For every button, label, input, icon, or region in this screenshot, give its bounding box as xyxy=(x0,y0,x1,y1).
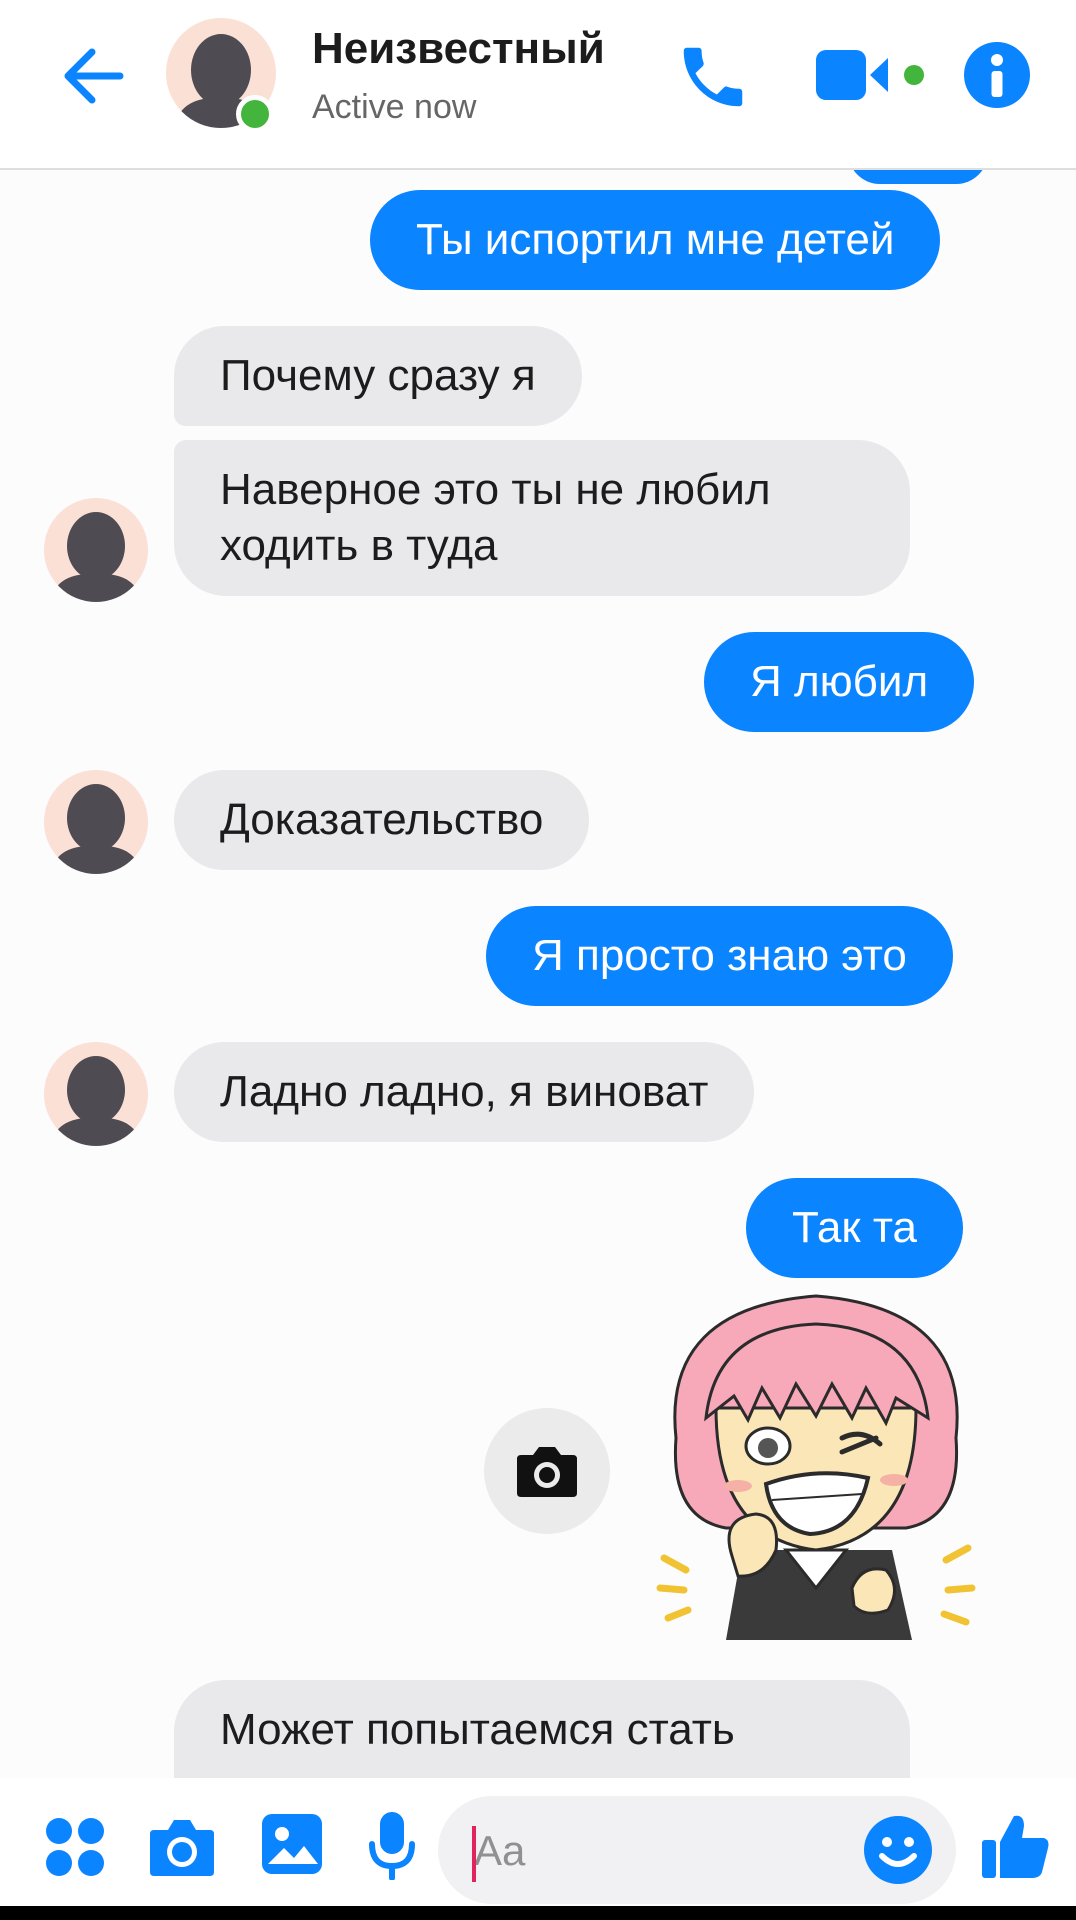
message-composer xyxy=(0,1778,1076,1920)
microphone-icon[interactable] xyxy=(368,1810,416,1880)
message-bubble-incoming[interactable]: Почему сразу я xyxy=(174,326,582,426)
message-bubble-outgoing[interactable]: Я просто знаю это xyxy=(486,906,953,1006)
camera-icon xyxy=(517,1447,577,1497)
phone-call-icon[interactable] xyxy=(674,38,752,116)
thumbs-up-icon[interactable] xyxy=(980,1810,1052,1882)
gallery-icon[interactable] xyxy=(260,1812,324,1876)
conversation-header: Неизвестный Active now xyxy=(0,0,1076,170)
info-icon[interactable] xyxy=(962,40,1032,110)
message-bubble-outgoing[interactable]: Ты испортил мне детей xyxy=(370,190,941,290)
system-nav-bar xyxy=(0,1906,1076,1920)
back-arrow-icon[interactable] xyxy=(58,40,130,112)
contact-avatar-small[interactable] xyxy=(44,770,148,874)
message-bubble-incoming[interactable]: Ладно ладно, я виноват xyxy=(174,1042,755,1142)
video-call-icon[interactable] xyxy=(814,46,930,104)
message-input[interactable] xyxy=(472,1820,836,1882)
camera-icon[interactable] xyxy=(148,1816,216,1878)
contact-name[interactable]: Неизвестный xyxy=(312,24,605,74)
message-bubble-clipped[interactable] xyxy=(848,170,988,184)
message-input-box[interactable] xyxy=(438,1796,956,1904)
text-cursor xyxy=(472,1826,476,1882)
online-indicator xyxy=(236,95,274,133)
message-bubble-outgoing[interactable]: Я любил xyxy=(704,632,975,732)
contact-avatar-small[interactable] xyxy=(44,498,148,602)
camera-reply-button[interactable] xyxy=(484,1408,610,1534)
message-bubble-incoming[interactable]: Может попытаемся стать xyxy=(174,1680,910,1778)
apps-icon[interactable] xyxy=(44,1816,106,1878)
message-bubble-outgoing[interactable]: Так та xyxy=(746,1178,963,1278)
message-bubble-incoming[interactable]: Доказательство xyxy=(174,770,590,870)
active-status: Active now xyxy=(312,88,477,126)
pink-hair-girl-wink-sticker[interactable] xyxy=(656,1288,976,1640)
contact-avatar-small[interactable] xyxy=(44,1042,148,1146)
emoji-icon[interactable] xyxy=(862,1814,934,1886)
message-bubble-incoming[interactable]: Наверное это ты не любил ходить в туда xyxy=(174,440,910,596)
message-thread[interactable]: Ты испортил мне детей Почему сразу я Нав… xyxy=(0,170,1076,1778)
